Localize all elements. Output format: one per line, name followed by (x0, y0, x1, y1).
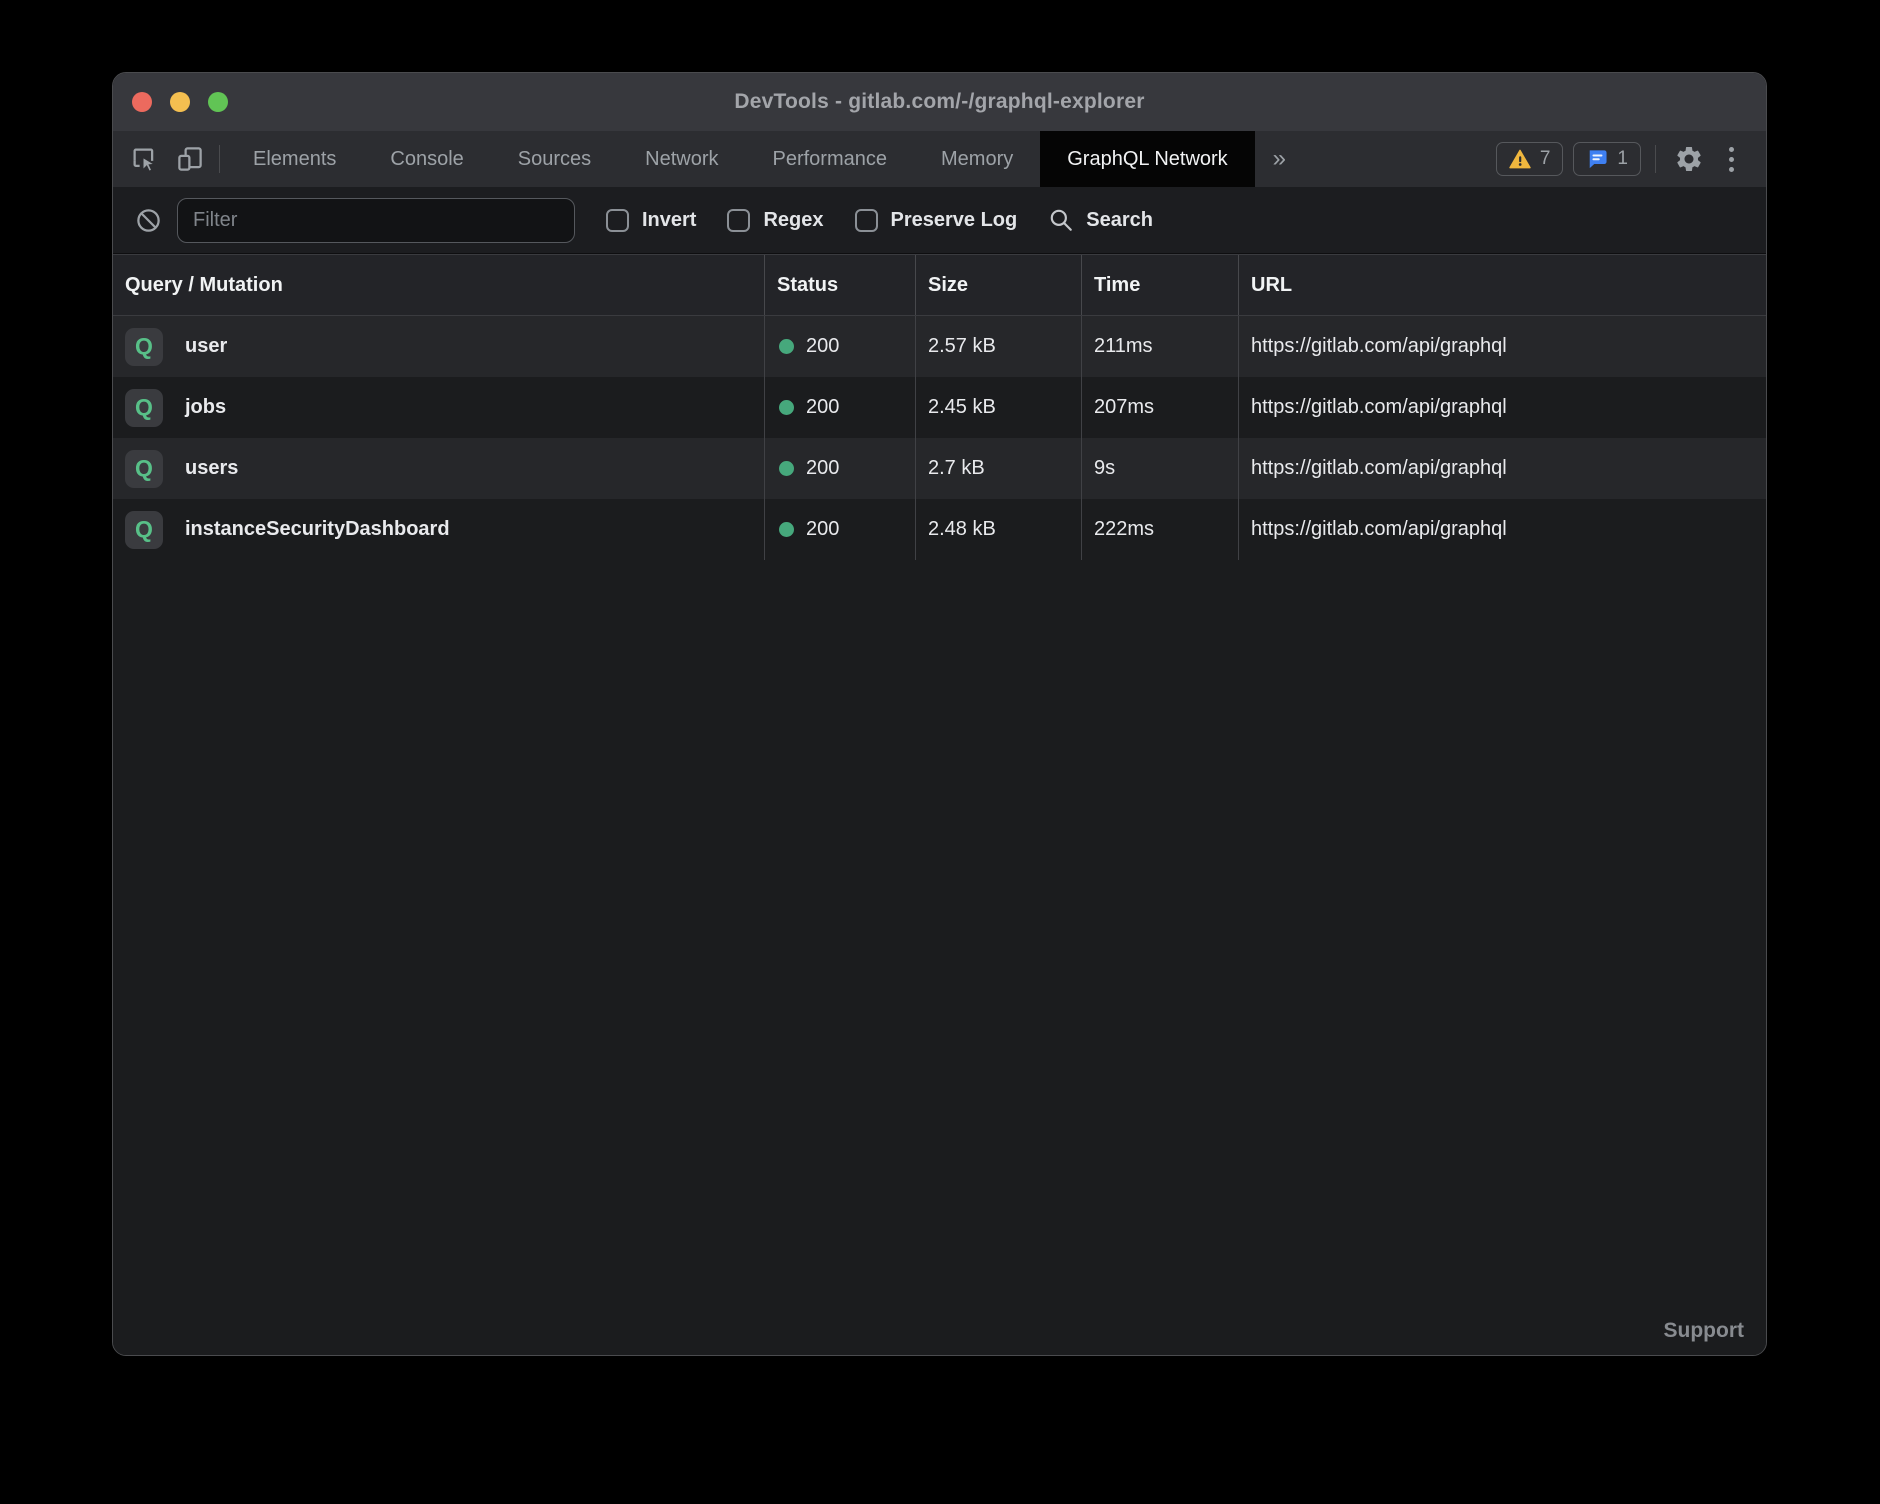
device-toolbar-icon (175, 144, 205, 174)
table-row[interactable]: Q jobs 200 2.45 kB 207ms https://gitlab.… (113, 377, 1766, 438)
request-time: 211ms (1082, 316, 1239, 377)
query-name: users (185, 457, 238, 480)
inspect-cursor-icon (129, 144, 159, 174)
status-ok-dot-icon (779, 461, 794, 476)
query-name: instanceSecurityDashboard (185, 518, 450, 541)
query-type-badge: Q (125, 511, 163, 549)
clear-requests-icon[interactable] (135, 207, 162, 234)
regex-checkbox[interactable] (727, 209, 750, 232)
status-code: 200 (806, 396, 839, 419)
column-header-query-mutation[interactable]: Query / Mutation (113, 255, 765, 315)
tab-elements[interactable]: Elements (226, 131, 363, 187)
status-code: 200 (806, 335, 839, 358)
status-code: 200 (806, 518, 839, 541)
tab-console[interactable]: Console (363, 131, 490, 187)
warnings-badge[interactable]: 7 (1496, 142, 1564, 176)
query-name: jobs (185, 396, 226, 419)
network-filter-bar: Invert Regex Preserve Log Search (113, 187, 1766, 254)
tab-network[interactable]: Network (618, 131, 745, 187)
settings-button[interactable] (1668, 138, 1710, 180)
column-header-url[interactable]: URL (1239, 255, 1766, 315)
empty-results-area: Support (113, 560, 1766, 1355)
request-time: 222ms (1082, 499, 1239, 560)
regex-label: Regex (763, 209, 823, 232)
query-type-badge: Q (125, 389, 163, 427)
controls-separator (1655, 145, 1656, 173)
request-url: https://gitlab.com/api/graphql (1239, 499, 1766, 560)
request-size: 2.48 kB (916, 499, 1082, 560)
invert-checkbox[interactable] (606, 209, 629, 232)
table-row[interactable]: Q instanceSecurityDashboard 200 2.48 kB … (113, 499, 1766, 560)
warning-triangle-icon (1509, 149, 1531, 169)
invert-label: Invert (642, 209, 696, 232)
inspect-element-button[interactable] (121, 131, 167, 187)
search-label: Search (1086, 209, 1153, 232)
request-size: 2.57 kB (916, 316, 1082, 377)
title-bar: DevTools - gitlab.com/-/graphql-explorer (113, 73, 1766, 131)
tab-memory[interactable]: Memory (914, 131, 1040, 187)
request-url: https://gitlab.com/api/graphql (1239, 316, 1766, 377)
request-url: https://gitlab.com/api/graphql (1239, 438, 1766, 499)
support-link[interactable]: Support (1664, 1319, 1744, 1343)
request-time: 207ms (1082, 377, 1239, 438)
table-row[interactable]: Q user 200 2.57 kB 211ms https://gitlab.… (113, 316, 1766, 377)
status-code: 200 (806, 457, 839, 480)
toolbar-separator (219, 145, 220, 173)
issues-count: 1 (1617, 148, 1628, 170)
close-window-button[interactable] (132, 92, 152, 112)
status-ok-dot-icon (779, 400, 794, 415)
customize-devtools-button[interactable] (1710, 138, 1752, 180)
status-ok-dot-icon (779, 522, 794, 537)
request-url: https://gitlab.com/api/graphql (1239, 377, 1766, 438)
gear-icon (1674, 144, 1704, 174)
issues-badge[interactable]: 1 (1573, 142, 1641, 176)
window-title: DevTools - gitlab.com/-/graphql-explorer (734, 90, 1144, 114)
tab-graphql-network[interactable]: GraphQL Network (1040, 131, 1254, 187)
query-name: user (185, 335, 227, 358)
tabbar-right-controls: 7 1 (1496, 131, 1766, 187)
query-type-badge: Q (125, 450, 163, 488)
request-time: 9s (1082, 438, 1239, 499)
message-bubble-icon (1586, 149, 1608, 169)
regex-checkbox-group[interactable]: Regex (727, 209, 823, 232)
status-ok-dot-icon (779, 339, 794, 354)
zoom-window-button[interactable] (208, 92, 228, 112)
column-header-size[interactable]: Size (916, 255, 1082, 315)
request-size: 2.45 kB (916, 377, 1082, 438)
query-type-badge: Q (125, 328, 163, 366)
tab-sources[interactable]: Sources (491, 131, 618, 187)
column-header-time[interactable]: Time (1082, 255, 1239, 315)
more-tabs-button[interactable]: » (1255, 131, 1304, 187)
request-size: 2.7 kB (916, 438, 1082, 499)
kebab-menu-icon (1729, 147, 1734, 172)
filter-input[interactable] (177, 198, 575, 243)
tab-performance[interactable]: Performance (746, 131, 915, 187)
column-header-status[interactable]: Status (765, 255, 916, 315)
devtools-window: DevTools - gitlab.com/-/graphql-explorer… (112, 72, 1767, 1356)
search-icon (1048, 207, 1074, 233)
invert-checkbox-group[interactable]: Invert (606, 209, 696, 232)
minimize-window-button[interactable] (170, 92, 190, 112)
devtools-tab-bar: Elements Console Sources Network Perform… (113, 131, 1766, 187)
warnings-count: 7 (1540, 148, 1551, 170)
preserve-log-label: Preserve Log (891, 209, 1018, 232)
table-row[interactable]: Q users 200 2.7 kB 9s https://gitlab.com… (113, 438, 1766, 499)
chevron-double-right-icon: » (1273, 145, 1286, 173)
requests-table-header: Query / Mutation Status Size Time URL (113, 254, 1766, 316)
preserve-log-checkbox-group[interactable]: Preserve Log (855, 209, 1018, 232)
preserve-log-checkbox[interactable] (855, 209, 878, 232)
toggle-device-toolbar-button[interactable] (167, 131, 213, 187)
traffic-lights (132, 73, 228, 131)
search-button[interactable]: Search (1048, 207, 1153, 233)
